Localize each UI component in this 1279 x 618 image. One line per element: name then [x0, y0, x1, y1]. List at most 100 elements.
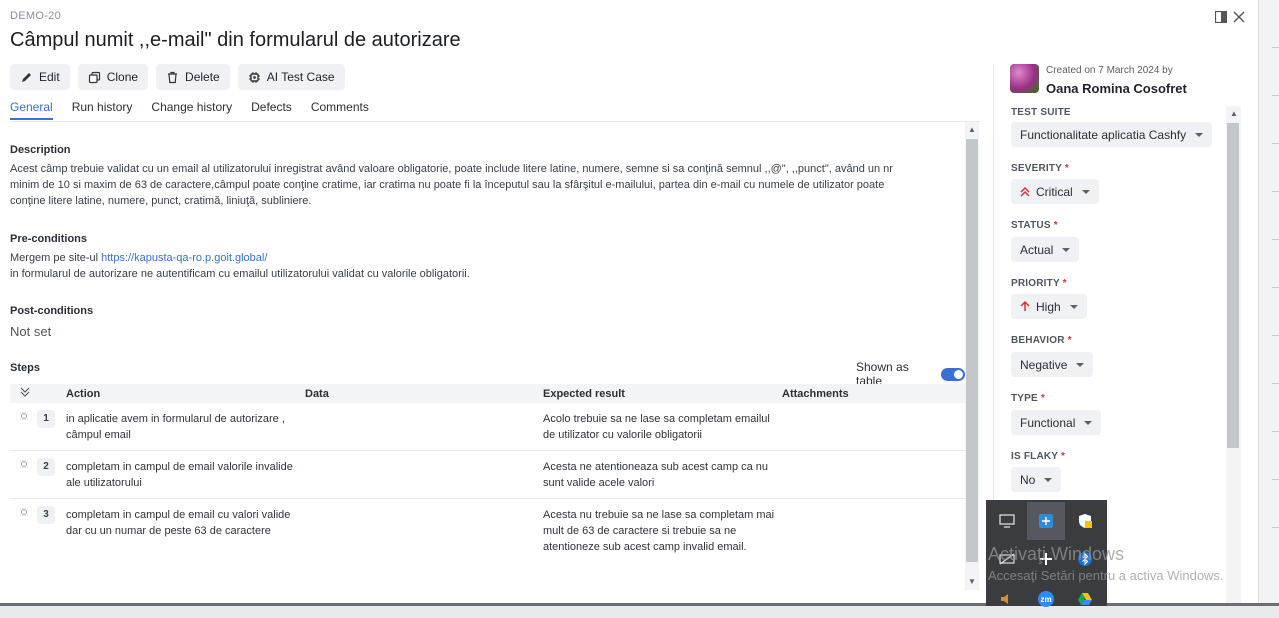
preconditions-line: Mergem pe site-ul https://kapusta-qa-ro.… — [10, 250, 965, 266]
description-line: conţine litere latine, numere, punct, cr… — [10, 195, 312, 207]
step-action: completam in campul de email cu valori v… — [66, 509, 291, 537]
collapse-all-icon[interactable] — [20, 386, 30, 401]
arrow-up-icon — [1020, 301, 1030, 311]
status-label: STATUS * — [1011, 220, 1058, 231]
priority-label: PRIORITY * — [1011, 278, 1067, 289]
clone-button[interactable]: Clone — [77, 64, 149, 90]
status-value: Actual — [1020, 242, 1054, 257]
network-app-icon — [1039, 514, 1053, 528]
preconditions-heading: Pre-conditions — [10, 233, 88, 245]
step-number: 2 — [37, 458, 55, 476]
severity-label: SEVERITY * — [1011, 163, 1069, 174]
scroll-down-icon[interactable]: ▼ — [968, 577, 976, 586]
preconditions-line: in formularul de autorizare ne autentifi… — [10, 268, 470, 280]
behavior-label: BEHAVIOR * — [1011, 335, 1072, 346]
behavior-value: Negative — [1020, 357, 1068, 372]
postconditions-heading: Post-conditions — [10, 305, 94, 317]
step-status-icon — [21, 509, 27, 515]
description-line: Acest câmp trebuie validat cu un email a… — [10, 163, 893, 175]
table-row[interactable]: 1 in aplicatie avem in formularul de aut… — [10, 403, 965, 451]
background-window-edge — [1258, 0, 1279, 606]
step-expected: Acolo trebuie sa ne lase sa completam em… — [543, 413, 770, 441]
tray-item[interactable] — [1066, 502, 1104, 540]
author-name: Oana Romina Cosofret — [1046, 81, 1187, 96]
tray-item[interactable] — [1066, 580, 1104, 618]
delete-label: Delete — [185, 70, 220, 84]
chevron-down-icon — [1069, 304, 1078, 309]
tab-defects[interactable]: Defects — [251, 100, 292, 120]
google-drive-icon — [1078, 593, 1092, 605]
steps-heading: Steps — [10, 362, 40, 374]
tab-comments[interactable]: Comments — [311, 100, 369, 120]
column-data: Data — [305, 388, 329, 400]
severity-value: Critical — [1036, 184, 1073, 199]
type-label: TYPE * — [1011, 393, 1045, 404]
severity-select[interactable]: Critical — [1011, 179, 1099, 204]
toolbar: Edit Clone Delete AI Test Case — [10, 64, 345, 90]
tab-change-history[interactable]: Change history — [151, 100, 232, 120]
created-info: Created on 7 March 2024 by — [1046, 65, 1173, 76]
avatar — [1010, 64, 1039, 93]
double-chevron-up-icon — [1020, 186, 1030, 197]
scroll-up-icon[interactable]: ▲ — [1230, 109, 1238, 118]
ai-test-case-label: AI Test Case — [266, 70, 335, 84]
trash-icon — [168, 71, 178, 83]
type-select[interactable]: Functional — [1011, 410, 1102, 435]
preconditions-prefix: Mergem pe site-ul — [10, 252, 102, 264]
site-link[interactable]: https://kapusta-qa-ro.p.goit.global/ — [101, 252, 267, 264]
chevron-down-icon — [1044, 477, 1053, 482]
pencil-icon — [22, 72, 31, 82]
column-action: Action — [66, 388, 101, 400]
behavior-select[interactable]: Negative — [1011, 352, 1094, 377]
priority-select[interactable]: High — [1011, 294, 1087, 319]
is-flaky-select[interactable]: No — [1011, 467, 1062, 492]
tab-general[interactable]: General — [10, 100, 53, 120]
speaker-icon — [1001, 594, 1008, 604]
postconditions-value: Not set — [10, 324, 52, 339]
step-expected: Acesta nu trebuie sa ne lase sa completa… — [543, 509, 775, 553]
clone-label: Clone — [106, 70, 139, 84]
scroll-up-icon[interactable]: ▲ — [968, 125, 976, 134]
test-case-key: DEMO-20 — [10, 10, 61, 22]
table-row[interactable]: 3 completam in campul de email cu valori… — [10, 499, 965, 579]
test-suite-value: Functionalitate aplicatia Cashfy — [1020, 127, 1187, 142]
security-shield-icon — [1079, 514, 1092, 528]
table-row[interactable]: 2 completam in campul de email valorile … — [10, 451, 965, 499]
chevron-down-icon — [1062, 247, 1071, 252]
type-value: Functional — [1020, 415, 1076, 430]
zoom-icon: zm — [1038, 591, 1054, 607]
step-action: in aplicatie avem in formularul de autor… — [66, 413, 285, 441]
toggle-switch[interactable] — [941, 367, 965, 381]
split-view-icon[interactable] — [1214, 10, 1228, 24]
copy-icon — [88, 71, 100, 83]
is-flaky-label: IS FLAKY * — [1011, 451, 1066, 462]
step-status-icon — [21, 461, 27, 467]
steps-table-header: Action Data Expected result Attachments — [10, 384, 965, 403]
priority-value: High — [1036, 299, 1061, 314]
column-expected-result: Expected result — [543, 388, 625, 400]
close-icon[interactable] — [1232, 10, 1246, 24]
sidebar-scrollbar[interactable]: ▲ — [1226, 106, 1241, 604]
column-attachments: Attachments — [782, 388, 849, 400]
edit-button[interactable]: Edit — [10, 64, 70, 90]
ai-test-case-button[interactable]: AI Test Case — [237, 64, 345, 90]
chevron-down-icon — [1076, 362, 1085, 367]
chip-icon — [248, 71, 260, 83]
tab-run-history[interactable]: Run history — [72, 100, 133, 120]
scrollbar-thumb[interactable] — [966, 139, 978, 562]
delete-button[interactable]: Delete — [156, 64, 230, 90]
chevron-down-icon — [1081, 189, 1090, 194]
tray-item[interactable]: zm — [1027, 580, 1065, 618]
step-number: 1 — [37, 410, 55, 428]
page-title: Câmpul numit ,,e-mail" din formularul de… — [10, 29, 461, 51]
scrollbar-thumb[interactable] — [1227, 123, 1239, 448]
activation-watermark-text: Accesaţi Setări pentru a activa Windows. — [988, 568, 1224, 583]
test-suite-select[interactable]: Functionalitate aplicatia Cashfy — [1011, 122, 1213, 147]
content-scrollbar[interactable]: ▲ ▼ — [965, 122, 979, 590]
status-select[interactable]: Actual — [1011, 237, 1080, 262]
step-status-icon — [21, 413, 27, 419]
tray-item[interactable] — [988, 502, 1026, 540]
tray-item[interactable] — [1027, 502, 1065, 540]
tray-item[interactable] — [988, 580, 1026, 618]
test-suite-label: TEST SUITE — [1011, 107, 1071, 118]
